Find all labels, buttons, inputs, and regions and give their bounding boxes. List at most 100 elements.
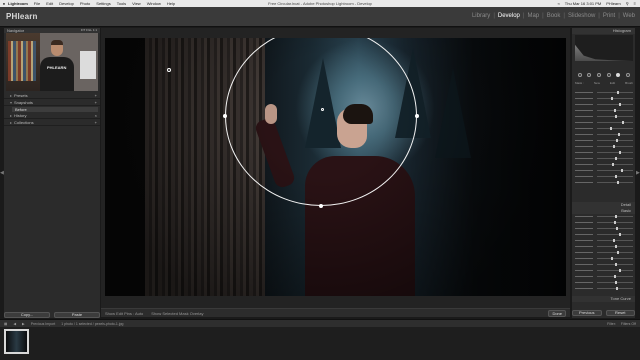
slider-row[interactable]	[575, 114, 633, 118]
slider-row[interactable]	[575, 250, 633, 254]
mask-new-tab[interactable]: New	[594, 81, 600, 86]
slider-knob[interactable]	[609, 126, 612, 130]
reset-button[interactable]: Reset	[605, 310, 635, 316]
slider-track[interactable]	[597, 214, 633, 218]
slider-row[interactable]	[575, 162, 633, 166]
slider-knob[interactable]	[622, 120, 625, 124]
slider-knob[interactable]	[619, 102, 622, 106]
slider-track[interactable]	[597, 126, 633, 130]
slider-track[interactable]	[597, 180, 633, 184]
grid-view-icon[interactable]: ▦	[4, 322, 7, 326]
slider-track[interactable]	[597, 144, 633, 148]
slider-track[interactable]	[597, 102, 633, 106]
module-slideshow[interactable]: Slideshow	[568, 13, 595, 19]
slider-knob[interactable]	[615, 214, 617, 218]
slider-knob[interactable]	[613, 238, 616, 242]
slider-track[interactable]	[597, 268, 633, 272]
slider-knob[interactable]	[614, 220, 617, 224]
menu-list-icon[interactable]: ≡	[634, 1, 636, 6]
slider-knob[interactable]	[613, 144, 616, 148]
menu-help[interactable]: Help	[167, 1, 175, 6]
slider-track[interactable]	[597, 256, 633, 260]
apple-icon[interactable]: ●	[0, 1, 8, 6]
back-arrow-icon[interactable]: ◀	[13, 322, 16, 326]
slider-track[interactable]	[597, 238, 633, 242]
menu-develop[interactable]: Develop	[59, 1, 74, 6]
slider-knob[interactable]	[615, 114, 617, 118]
slider-row[interactable]	[575, 174, 633, 178]
module-library[interactable]: Library	[472, 13, 490, 19]
slider-knob[interactable]	[616, 180, 619, 184]
presets-section[interactable]: ▸ Presets +	[4, 93, 100, 99]
slider-row[interactable]	[575, 256, 633, 260]
slider-track[interactable]	[597, 174, 633, 178]
slider-track[interactable]	[597, 220, 633, 224]
slider-track[interactable]	[597, 138, 633, 142]
right-panel-toggle-icon[interactable]: ▶	[636, 170, 640, 176]
slider-knob[interactable]	[617, 132, 620, 136]
slider-knob[interactable]	[615, 226, 618, 230]
slider-row[interactable]	[575, 150, 633, 154]
slider-track[interactable]	[597, 120, 633, 124]
menu-file[interactable]: File	[34, 1, 40, 6]
slider-track[interactable]	[597, 262, 633, 266]
filters-off-select[interactable]: Filters Off	[621, 322, 636, 326]
add-icon[interactable]: +	[95, 93, 97, 98]
slider-row[interactable]	[575, 232, 633, 236]
slider-row[interactable]	[575, 280, 633, 284]
mask-brush-tab[interactable]: Brush	[625, 81, 633, 86]
slider-track[interactable]	[597, 232, 633, 236]
slider-track[interactable]	[597, 132, 633, 136]
slider-row[interactable]	[575, 226, 633, 230]
slider-track[interactable]	[597, 150, 633, 154]
slider-track[interactable]	[597, 280, 633, 284]
menu-view[interactable]: View	[132, 1, 141, 6]
slider-track[interactable]	[597, 250, 633, 254]
done-button[interactable]: Done	[548, 309, 566, 317]
crop-tool-icon[interactable]	[577, 73, 582, 77]
slider-knob[interactable]	[615, 156, 617, 160]
slider-row[interactable]	[575, 214, 633, 218]
user-name[interactable]: PHlearn	[606, 1, 620, 6]
slider-row[interactable]	[575, 274, 633, 278]
slider-row[interactable]	[575, 238, 633, 242]
slider-knob[interactable]	[611, 96, 614, 100]
slider-knob[interactable]	[611, 256, 614, 260]
slider-knob[interactable]	[612, 162, 615, 166]
menu-photo[interactable]: Photo	[80, 1, 90, 6]
slider-knob[interactable]	[615, 262, 617, 266]
slider-track[interactable]	[597, 274, 633, 278]
slider-knob[interactable]	[619, 268, 622, 272]
slider-row[interactable]	[575, 138, 633, 142]
slider-row[interactable]	[575, 126, 633, 130]
radial-filter-icon[interactable]	[616, 73, 621, 77]
copy-button[interactable]: Copy...	[4, 312, 50, 318]
close-icon[interactable]: ×	[95, 113, 97, 118]
slider-row[interactable]	[575, 220, 633, 224]
menu-edit[interactable]: Edit	[46, 1, 53, 6]
slider-knob[interactable]	[616, 90, 619, 94]
histogram-header[interactable]: Histogram	[572, 28, 635, 34]
menu-settings[interactable]: Settings	[96, 1, 110, 6]
slider-knob[interactable]	[616, 250, 619, 254]
slider-row[interactable]	[575, 102, 633, 106]
slider-row[interactable]	[575, 168, 633, 172]
spot-removal-icon[interactable]	[587, 73, 592, 77]
previous-button[interactable]: Previous	[572, 310, 602, 316]
slider-knob[interactable]	[616, 286, 619, 290]
slider-knob[interactable]	[615, 244, 617, 248]
paste-button[interactable]: Paste	[54, 312, 100, 318]
slider-track[interactable]	[597, 162, 633, 166]
slider-track[interactable]	[597, 286, 633, 290]
slider-track[interactable]	[597, 226, 633, 230]
source-label[interactable]: Previous Import	[31, 322, 56, 326]
slider-track[interactable]	[597, 90, 633, 94]
slider-row[interactable]	[575, 262, 633, 266]
adjustment-brush-icon[interactable]	[626, 73, 631, 77]
module-book[interactable]: Book	[547, 13, 561, 19]
slider-knob[interactable]	[615, 280, 617, 284]
slider-row[interactable]	[575, 108, 633, 112]
slider-knob[interactable]	[615, 138, 618, 142]
slider-knob[interactable]	[614, 108, 617, 112]
slider-row[interactable]	[575, 268, 633, 272]
